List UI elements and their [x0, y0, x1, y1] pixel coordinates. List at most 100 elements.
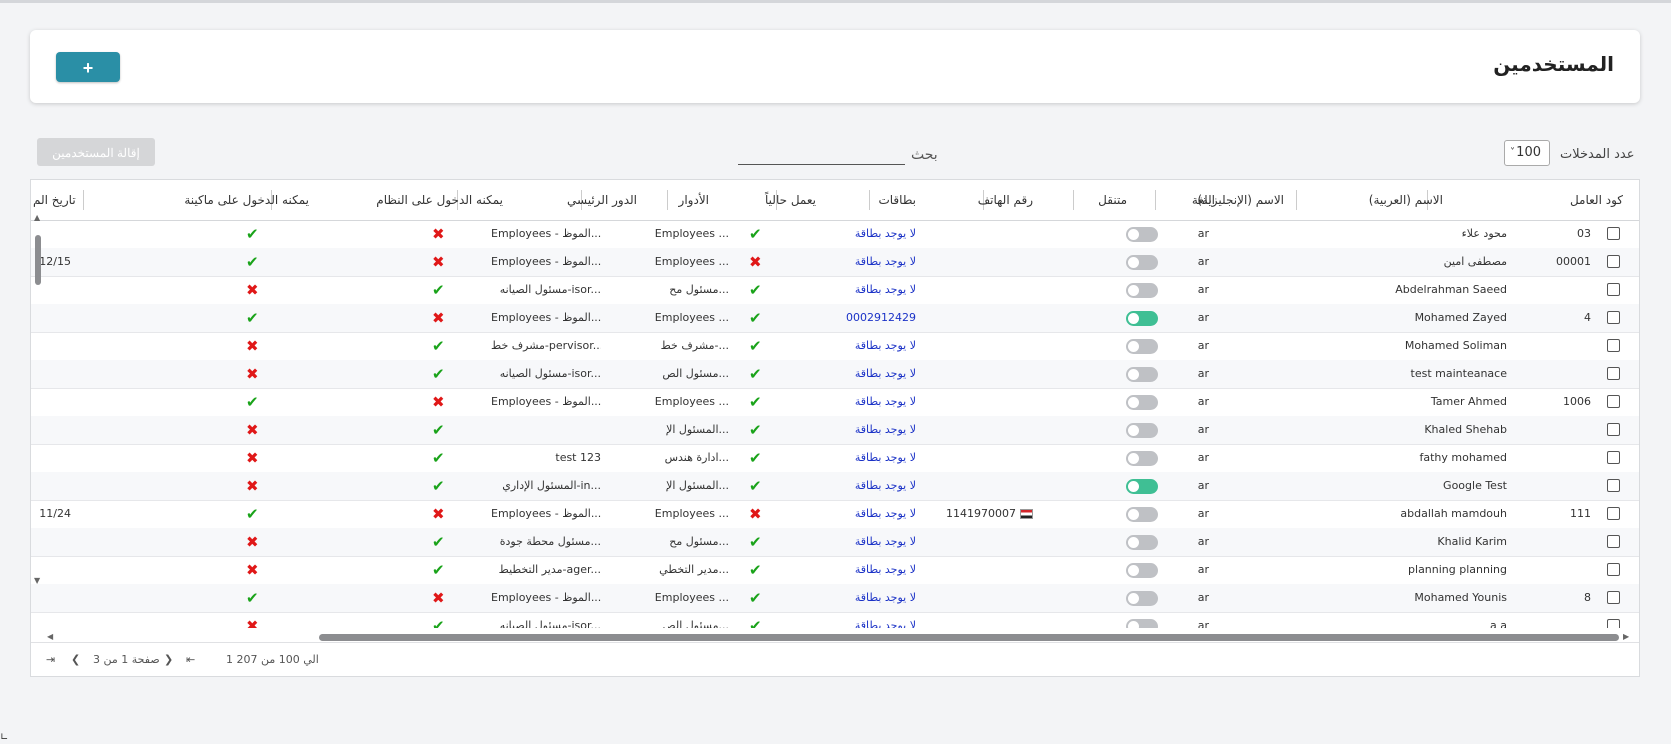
mobile-toggle[interactable] — [1126, 227, 1158, 242]
card-link[interactable]: لا يوجد بطاقة — [855, 500, 916, 528]
row-checkbox[interactable] — [1607, 367, 1620, 380]
card-link[interactable]: لا يوجد بطاقة — [855, 248, 916, 276]
mobile-toggle[interactable] — [1126, 311, 1158, 326]
card-link[interactable]: لا يوجد بطاقة — [855, 612, 916, 628]
col-header[interactable]: الدور الرئيسي — [567, 180, 637, 220]
vertical-scrollbar[interactable]: ▲ ▼ — [33, 213, 43, 630]
add-user-button[interactable]: + — [56, 52, 120, 82]
table-row[interactable]: Abdelrahman Saeed ar لا يوجد بطاقة ✔ مسئول م… — [31, 276, 1639, 305]
mobile-toggle[interactable] — [1126, 255, 1158, 270]
main-role: Employees - الموظ... — [491, 591, 601, 604]
table-row[interactable]: 03 محود علاء ar لا يوجد بطاقة ✔ Employees ...… — [31, 220, 1639, 249]
scroll-down-icon[interactable]: ▼ — [34, 576, 40, 585]
card-link[interactable]: لا يوجد بطاقة — [855, 360, 916, 388]
table-row[interactable]: fathy mohamed ar لا يوجد بطاقة ✔ ادارة هندس.… — [31, 444, 1639, 473]
next-page-icon[interactable]: ❮ — [71, 653, 80, 666]
first-page-icon[interactable]: ⇤ — [186, 653, 195, 666]
mobile-toggle[interactable] — [1126, 423, 1158, 438]
scroll-up-icon[interactable]: ▲ — [34, 213, 40, 222]
card-link[interactable]: 0002912429 — [846, 304, 916, 332]
table-row[interactable]: Google Test ar لا يوجد بطاقة ✔ المسئول الإ..… — [31, 472, 1639, 501]
last-page-icon[interactable]: ⇥ — [46, 653, 55, 666]
col-header[interactable]: يمكنه الدخول على النظام — [376, 180, 503, 220]
horizontal-scroll-thumb[interactable] — [319, 634, 1619, 641]
row-checkbox[interactable] — [1607, 479, 1620, 492]
mobile-toggle[interactable] — [1126, 535, 1158, 550]
cross-icon: ✖ — [749, 253, 762, 271]
card-link[interactable]: لا يوجد بطاقة — [855, 332, 916, 360]
table-row[interactable]: a a ar لا يوجد بطاقة ✔ مسئول الص... مسئول الص… — [31, 612, 1639, 628]
name-arabic: a a — [1490, 619, 1507, 628]
table-row[interactable]: Khaled Shehab ar لا يوجد بطاقة ✔ المسئول الإ… — [31, 416, 1639, 445]
card-link[interactable]: لا يوجد بطاقة — [855, 584, 916, 612]
top-border — [0, 0, 1671, 3]
vertical-scroll-thumb[interactable] — [35, 235, 41, 285]
mobile-toggle[interactable] — [1126, 507, 1158, 522]
card-link[interactable]: لا يوجد بطاقة — [855, 416, 916, 444]
row-checkbox[interactable] — [1607, 507, 1620, 520]
entries-select[interactable]: 100 ˅ — [1504, 140, 1550, 166]
mobile-toggle[interactable] — [1126, 395, 1158, 410]
table-row[interactable]: 1006 Tamer Ahmed ar لا يوجد بطاقة ✔ Employees… — [31, 388, 1639, 417]
row-checkbox[interactable] — [1607, 423, 1620, 436]
col-header[interactable]: رقم الهاتف — [978, 180, 1033, 220]
col-header[interactable]: الاسم (العربية) — [1369, 180, 1443, 220]
search-input[interactable] — [738, 164, 905, 165]
mobile-toggle[interactable] — [1126, 451, 1158, 466]
row-checkbox[interactable] — [1607, 591, 1620, 604]
row-checkbox[interactable] — [1607, 339, 1620, 352]
language: ar — [1197, 619, 1209, 628]
mobile-toggle[interactable] — [1126, 563, 1158, 578]
date-cell: 12/15 — [39, 255, 71, 268]
mobile-toggle[interactable] — [1126, 339, 1158, 354]
row-checkbox[interactable] — [1607, 311, 1620, 324]
mobile-toggle[interactable] — [1126, 619, 1158, 628]
table-row[interactable]: planning planning ar لا يوجد بطاقة ✔ مدير ال… — [31, 556, 1639, 585]
row-checkbox[interactable] — [1607, 227, 1620, 240]
table-row[interactable]: test mainteanace ar لا يوجد بطاقة ✔ مسئول ال… — [31, 360, 1639, 389]
name-arabic: Google Test — [1443, 479, 1507, 492]
check-icon: ✔ — [749, 281, 762, 299]
prev-page-icon[interactable]: ❯ — [164, 653, 173, 666]
row-checkbox[interactable] — [1607, 395, 1620, 408]
card-link[interactable]: لا يوجد بطاقة — [855, 528, 916, 556]
employee-code: 1006 — [1563, 395, 1591, 408]
table-row[interactable]: 4 Mohamed Zayed ar 0002912429 ✔ Employees ...… — [31, 304, 1639, 333]
entries-value: 100 — [1516, 145, 1541, 160]
row-checkbox[interactable] — [1607, 451, 1620, 464]
card-link[interactable]: لا يوجد بطاقة — [855, 220, 916, 248]
card-link[interactable]: لا يوجد بطاقة — [855, 276, 916, 304]
table-row[interactable]: Khalid Karim ar لا يوجد بطاقة ✔ مسئول مح... م… — [31, 528, 1639, 557]
col-header[interactable]: كود العامل — [1570, 180, 1623, 220]
row-checkbox[interactable] — [1607, 535, 1620, 548]
remove-users-button[interactable]: إقالة المستخدمين — [37, 138, 155, 166]
table-row[interactable]: 111 abdallah mamdouh ar 1141970007 لا يوجد ب… — [31, 500, 1639, 529]
table-row[interactable]: 00001 مصطفى امين ar لا يوجد بطاقة ✖ Employees… — [31, 248, 1639, 277]
mobile-toggle[interactable] — [1126, 591, 1158, 606]
mobile-toggle[interactable] — [1126, 367, 1158, 382]
cross-icon: ✖ — [432, 393, 445, 411]
card-link[interactable]: لا يوجد بطاقة — [855, 444, 916, 472]
col-header[interactable]: تاريخ الم — [33, 180, 81, 220]
card-link[interactable]: لا يوجد بطاقة — [855, 388, 916, 416]
mobile-toggle[interactable] — [1126, 479, 1158, 494]
col-header[interactable]: بطاقات — [878, 180, 916, 220]
col-header[interactable]: اللغة — [1192, 180, 1215, 220]
col-header[interactable]: الأدوار — [679, 180, 709, 220]
table-row[interactable]: 8 Mohamed Younis ar لا يوجد بطاقة ✔ Employees… — [31, 584, 1639, 613]
card-link[interactable]: لا يوجد بطاقة — [855, 556, 916, 584]
scroll-left-icon[interactable]: ◀ — [47, 632, 53, 641]
row-checkbox[interactable] — [1607, 563, 1620, 576]
col-header[interactable]: يعمل حالياً — [765, 180, 816, 220]
scroll-right-icon[interactable]: ▶ — [1623, 632, 1629, 641]
main-role: مسئول الصيانه-isor... — [499, 619, 601, 628]
row-checkbox[interactable] — [1607, 619, 1620, 628]
col-header[interactable]: يمكنه الدخول على ماكينة — [184, 180, 309, 220]
card-link[interactable]: لا يوجد بطاقة — [855, 472, 916, 500]
col-header[interactable]: متنقل — [1098, 180, 1127, 220]
mobile-toggle[interactable] — [1126, 283, 1158, 298]
table-row[interactable]: Mohamed Soliman ar لا يوجد بطاقة ✔ مشرف خط-.… — [31, 332, 1639, 361]
cross-icon: ✖ — [749, 505, 762, 523]
row-checkbox[interactable] — [1607, 283, 1620, 296]
row-checkbox[interactable] — [1607, 255, 1620, 268]
